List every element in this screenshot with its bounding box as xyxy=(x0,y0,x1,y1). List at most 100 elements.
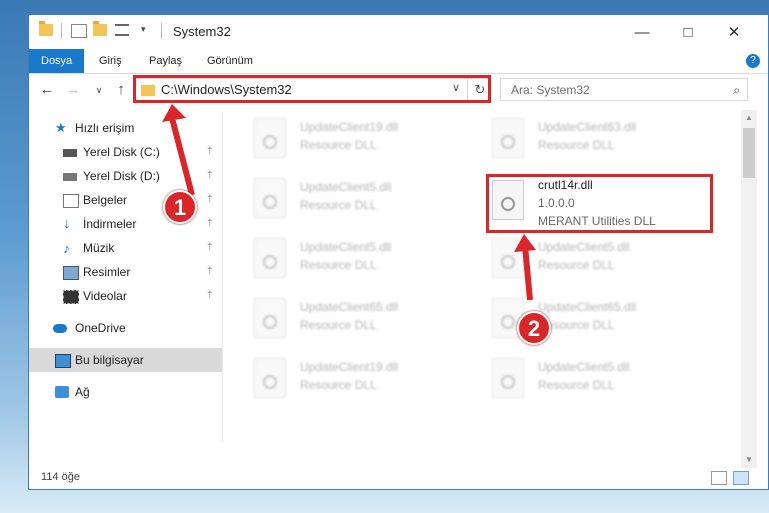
forward-arrow-icon[interactable]: → xyxy=(63,80,83,100)
dll-file-icon xyxy=(254,118,286,158)
sidebar-item-music[interactable]: ♪ Müzik † xyxy=(29,236,222,260)
sidebar-item-onedrive[interactable]: OneDrive xyxy=(29,316,222,340)
minimize-button[interactable]: — xyxy=(619,15,665,49)
pin-icon[interactable]: † xyxy=(207,164,213,188)
sidebar-item-label: Müzik xyxy=(83,241,115,255)
sidebar-item-label: Belgeler xyxy=(83,193,128,207)
drive-icon xyxy=(63,149,77,157)
pin-icon[interactable]: † xyxy=(207,260,213,284)
step-1-badge: 1 xyxy=(163,190,197,224)
file-item[interactable]: UpdateClient65.dll Resource DLL xyxy=(254,296,484,346)
new-folder-icon[interactable] xyxy=(93,21,107,36)
sidebar-item-label: Bu bilgisayar xyxy=(75,353,144,367)
file-item[interactable]: UpdateClient63.dll Resource DLL xyxy=(492,116,722,166)
file-name: UpdateClient5.dll xyxy=(300,240,392,254)
pin-icon[interactable]: † xyxy=(207,236,213,260)
file-description: Resource DLL xyxy=(300,258,377,272)
documents-icon xyxy=(63,194,79,208)
vertical-scrollbar[interactable]: ▲ ▼ xyxy=(741,110,757,468)
step-2-badge: 2 xyxy=(517,311,551,345)
file-item[interactable]: UpdateClient19.dll Resource DLL xyxy=(254,116,484,166)
back-arrow-icon[interactable]: ← xyxy=(37,80,57,100)
sidebar-item-videos[interactable]: Videolar † xyxy=(29,284,222,308)
pin-icon[interactable]: † xyxy=(207,140,213,164)
sidebar-item-label: Videolar xyxy=(83,289,127,303)
sidebar-item-label: Yerel Disk (D:) xyxy=(83,169,160,183)
tab-giris[interactable]: Giriş xyxy=(87,49,134,73)
pictures-icon xyxy=(63,266,79,280)
pin-icon[interactable]: † xyxy=(207,284,213,308)
file-description: Resource DLL xyxy=(538,258,615,272)
file-item[interactable]: UpdateClient5.dll Resource DLL xyxy=(254,236,484,286)
dll-file-icon xyxy=(254,358,286,398)
quick-access-toolbar-icon[interactable] xyxy=(115,24,129,36)
sidebar-item-local-disk-c[interactable]: Yerel Disk (C:) † xyxy=(29,140,222,164)
scroll-thumb[interactable] xyxy=(743,128,755,178)
dll-file-icon xyxy=(254,298,286,338)
file-item[interactable]: UpdateClient5.dll Resource DLL xyxy=(492,356,722,406)
search-box[interactable]: Ara: System32 ⌕ xyxy=(500,78,748,101)
file-highlight-box xyxy=(486,174,713,233)
file-description: Resource DLL xyxy=(538,378,615,392)
dll-file-icon xyxy=(254,238,286,278)
folder-icon xyxy=(39,21,53,36)
drive-icon xyxy=(63,173,77,181)
details-view-icon[interactable] xyxy=(711,471,727,485)
pin-icon[interactable]: † xyxy=(207,212,213,236)
large-icons-view-icon[interactable] xyxy=(733,471,749,485)
file-name: UpdateClient19.dll xyxy=(300,360,399,374)
file-description: Resource DLL xyxy=(300,198,377,212)
file-item[interactable]: UpdateClient19.dll Resource DLL xyxy=(254,356,484,406)
recent-locations-icon[interactable]: ∨ xyxy=(89,80,109,100)
video-icon xyxy=(63,290,79,304)
sidebar-item-label: Yerel Disk (C:) xyxy=(83,145,160,159)
file-name: UpdateClient5.dll xyxy=(538,360,630,374)
sidebar-item-label: OneDrive xyxy=(75,321,126,335)
sidebar-item-label: İndirmeler xyxy=(83,217,137,231)
navigation-pane: ★ Hızlı erişim Yerel Disk (C:) † Yerel D… xyxy=(29,112,222,462)
star-icon: ★ xyxy=(55,120,67,135)
sidebar-item-this-pc[interactable]: Bu bilgisayar xyxy=(29,348,222,372)
dll-file-icon xyxy=(492,358,524,398)
window-title: System32 xyxy=(173,24,231,39)
help-icon[interactable]: ? xyxy=(746,54,760,68)
maximize-button[interactable]: □ xyxy=(665,15,711,49)
title-bar: ▾ System32 — □ ✕ xyxy=(29,15,768,49)
sidebar-item-label: Ağ xyxy=(75,385,90,399)
download-icon: ↓ xyxy=(63,215,71,232)
file-item[interactable]: UpdateClient5.dll Resource DLL xyxy=(254,176,484,226)
up-arrow-icon[interactable]: ↑ xyxy=(111,80,131,100)
sidebar-item-local-disk-d[interactable]: Yerel Disk (D:) † xyxy=(29,164,222,188)
file-list: UpdateClient19.dll Resource DLL UpdateCl… xyxy=(224,110,741,470)
close-button[interactable]: ✕ xyxy=(711,15,757,49)
tab-dosya[interactable]: Dosya xyxy=(29,49,85,73)
search-placeholder[interactable]: Ara: System32 xyxy=(511,83,590,97)
cloud-icon xyxy=(53,324,67,333)
tab-gorunum[interactable]: Görünüm xyxy=(195,49,265,73)
sidebar-item-label: Resimler xyxy=(83,265,131,279)
tab-paylas[interactable]: Paylaş xyxy=(137,49,194,73)
pane-divider[interactable] xyxy=(222,112,223,442)
customize-toolbar-icon[interactable]: ▾ xyxy=(141,24,146,35)
file-description: Resource DLL xyxy=(300,318,377,332)
title-separator xyxy=(161,23,162,39)
item-count: 114 öğe xyxy=(41,471,80,483)
search-icon[interactable]: ⌕ xyxy=(733,83,740,98)
ribbon: Dosya Giriş Paylaş Görünüm ? xyxy=(29,49,768,74)
network-icon xyxy=(55,386,69,398)
sidebar-item-quick-access[interactable]: ★ Hızlı erişim xyxy=(29,116,222,140)
sidebar-item-pictures[interactable]: Resimler † xyxy=(29,260,222,284)
computer-icon xyxy=(55,354,71,368)
file-name: UpdateClient19.dll xyxy=(300,120,399,134)
dll-file-icon xyxy=(492,238,524,278)
file-description: Resource DLL xyxy=(300,138,377,152)
pin-icon[interactable]: † xyxy=(207,188,213,212)
file-name: UpdateClient5.dll xyxy=(300,180,392,194)
file-item[interactable]: UpdateClient5.dll Resource DLL xyxy=(492,236,722,286)
scroll-down-icon[interactable]: ▼ xyxy=(741,452,757,468)
file-description: Resource DLL xyxy=(538,138,615,152)
file-name: UpdateClient65.dll xyxy=(300,300,399,314)
scroll-up-icon[interactable]: ▲ xyxy=(741,110,757,126)
sidebar-item-network[interactable]: Ağ xyxy=(29,380,222,404)
properties-icon[interactable] xyxy=(71,24,87,38)
